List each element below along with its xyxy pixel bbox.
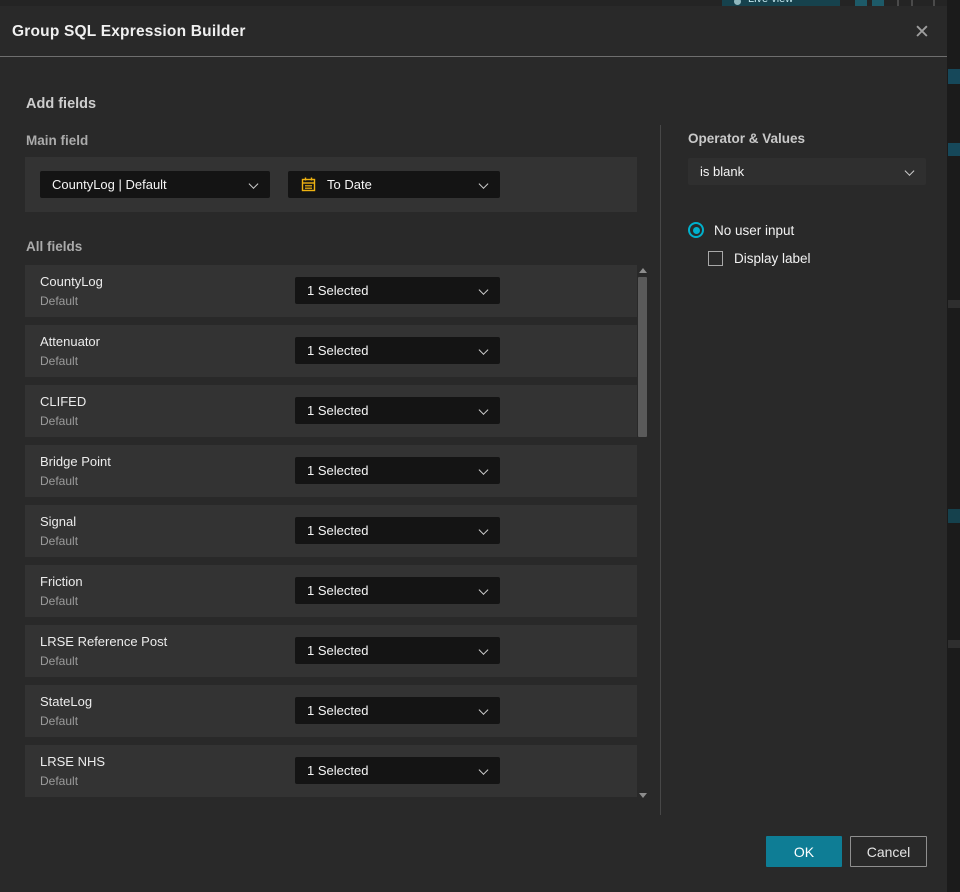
main-field-dropdown[interactable]: CountyLog | Default bbox=[40, 171, 270, 198]
scrollbar-thumb[interactable] bbox=[638, 277, 647, 437]
chevron-down-icon bbox=[904, 165, 915, 176]
background-fragment bbox=[948, 143, 960, 156]
field-selected-value: 1 Selected bbox=[307, 343, 369, 358]
field-selected-value: 1 Selected bbox=[307, 463, 369, 478]
field-subtitle: Default bbox=[40, 294, 79, 308]
no-user-input-label: No user input bbox=[714, 222, 795, 238]
field-selected-value: 1 Selected bbox=[307, 403, 369, 418]
radio-icon bbox=[688, 222, 704, 238]
main-field-value-dropdown[interactable]: To Date bbox=[288, 171, 500, 198]
field-row: Signal Default 1 Selected bbox=[25, 505, 637, 557]
main-field-label: Main field bbox=[26, 133, 89, 148]
close-icon[interactable]: ✕ bbox=[903, 13, 941, 51]
chevron-down-icon bbox=[478, 404, 489, 415]
field-name: Attenuator bbox=[40, 334, 100, 349]
field-selected-dropdown[interactable]: 1 Selected bbox=[295, 457, 500, 484]
field-selected-value: 1 Selected bbox=[307, 283, 369, 298]
field-row: LRSE NHS Default 1 Selected bbox=[25, 745, 637, 797]
field-subtitle: Default bbox=[40, 774, 79, 788]
background-fragment bbox=[948, 509, 960, 523]
group-sql-expression-builder-dialog: Group SQL Expression Builder ✕ Add field… bbox=[0, 6, 947, 892]
display-label-checkbox[interactable]: Display label bbox=[708, 251, 811, 266]
field-row: LRSE Reference Post Default 1 Selected bbox=[25, 625, 637, 677]
checkbox-icon bbox=[708, 251, 723, 266]
field-selected-value: 1 Selected bbox=[307, 583, 369, 598]
field-subtitle: Default bbox=[40, 654, 79, 668]
field-selected-dropdown[interactable]: 1 Selected bbox=[295, 277, 500, 304]
background-right-strip bbox=[947, 0, 960, 892]
field-selected-dropdown[interactable]: 1 Selected bbox=[295, 637, 500, 664]
field-row: Attenuator Default 1 Selected bbox=[25, 325, 637, 377]
field-selected-dropdown[interactable]: 1 Selected bbox=[295, 697, 500, 724]
field-subtitle: Default bbox=[40, 354, 79, 368]
chevron-down-icon bbox=[478, 284, 489, 295]
field-selected-dropdown[interactable]: 1 Selected bbox=[295, 397, 500, 424]
list-scrollbar[interactable] bbox=[636, 265, 650, 801]
field-selected-dropdown[interactable]: 1 Selected bbox=[295, 757, 500, 784]
calendar-icon bbox=[300, 176, 317, 193]
field-subtitle: Default bbox=[40, 534, 79, 548]
background-fragment bbox=[948, 640, 960, 648]
main-field-container: CountyLog | Default To Date bbox=[25, 157, 637, 212]
field-row: Friction Default 1 Selected bbox=[25, 565, 637, 617]
field-selected-dropdown[interactable]: 1 Selected bbox=[295, 517, 500, 544]
field-row: CLIFED Default 1 Selected bbox=[25, 385, 637, 437]
field-selected-value: 1 Selected bbox=[307, 523, 369, 538]
field-name: Signal bbox=[40, 514, 77, 529]
field-selected-value: 1 Selected bbox=[307, 703, 369, 718]
chevron-down-icon bbox=[478, 344, 489, 355]
chevron-down-icon bbox=[478, 524, 489, 535]
panel-divider bbox=[660, 125, 661, 815]
field-name: StateLog bbox=[40, 694, 93, 709]
scroll-down-icon[interactable] bbox=[639, 793, 647, 798]
main-field-dropdown-value: CountyLog | Default bbox=[52, 177, 167, 192]
field-name: LRSE Reference Post bbox=[40, 634, 168, 649]
radio-dot bbox=[692, 226, 700, 234]
field-subtitle: Default bbox=[40, 414, 79, 428]
operator-values-heading: Operator & Values bbox=[688, 131, 806, 146]
live-view-dot-icon bbox=[734, 0, 741, 5]
ok-button[interactable]: OK bbox=[766, 836, 842, 867]
field-name: Bridge Point bbox=[40, 454, 111, 469]
field-name: Friction bbox=[40, 574, 83, 589]
operator-dropdown[interactable]: is blank bbox=[688, 158, 926, 185]
field-name: CLIFED bbox=[40, 394, 87, 409]
field-subtitle: Default bbox=[40, 594, 79, 608]
operator-dropdown-value: is blank bbox=[700, 164, 745, 179]
dialog-header: Group SQL Expression Builder ✕ bbox=[0, 6, 947, 57]
display-label-text: Display label bbox=[734, 251, 811, 266]
field-name: LRSE NHS bbox=[40, 754, 106, 769]
cancel-button[interactable]: Cancel bbox=[850, 836, 927, 867]
field-selected-dropdown[interactable]: 1 Selected bbox=[295, 577, 500, 604]
all-fields-list: CountyLog Default 1 Selected Attenuator … bbox=[25, 265, 637, 805]
chevron-down-icon bbox=[478, 644, 489, 655]
field-selected-value: 1 Selected bbox=[307, 643, 369, 658]
chevron-down-icon bbox=[248, 178, 259, 189]
field-subtitle: Default bbox=[40, 714, 79, 728]
field-selected-dropdown[interactable]: 1 Selected bbox=[295, 337, 500, 364]
main-field-value: To Date bbox=[327, 177, 372, 192]
background-fragment bbox=[948, 300, 960, 308]
field-selected-value: 1 Selected bbox=[307, 763, 369, 778]
live-view-label: Live view bbox=[748, 0, 793, 5]
chevron-down-icon bbox=[478, 178, 489, 189]
chevron-down-icon bbox=[478, 704, 489, 715]
add-fields-heading: Add fields bbox=[26, 96, 97, 112]
no-user-input-radio[interactable]: No user input bbox=[688, 222, 794, 238]
chevron-down-icon bbox=[478, 764, 489, 775]
all-fields-label: All fields bbox=[26, 239, 83, 254]
scroll-up-icon[interactable] bbox=[639, 268, 647, 273]
field-row: StateLog Default 1 Selected bbox=[25, 685, 637, 737]
field-row: CountyLog Default 1 Selected bbox=[25, 265, 637, 317]
background-fragment bbox=[948, 69, 960, 84]
chevron-down-icon bbox=[478, 464, 489, 475]
field-row: Bridge Point Default 1 Selected bbox=[25, 445, 637, 497]
field-name: CountyLog bbox=[40, 274, 103, 289]
field-subtitle: Default bbox=[40, 474, 79, 488]
dialog-title: Group SQL Expression Builder bbox=[12, 23, 246, 40]
chevron-down-icon bbox=[478, 584, 489, 595]
